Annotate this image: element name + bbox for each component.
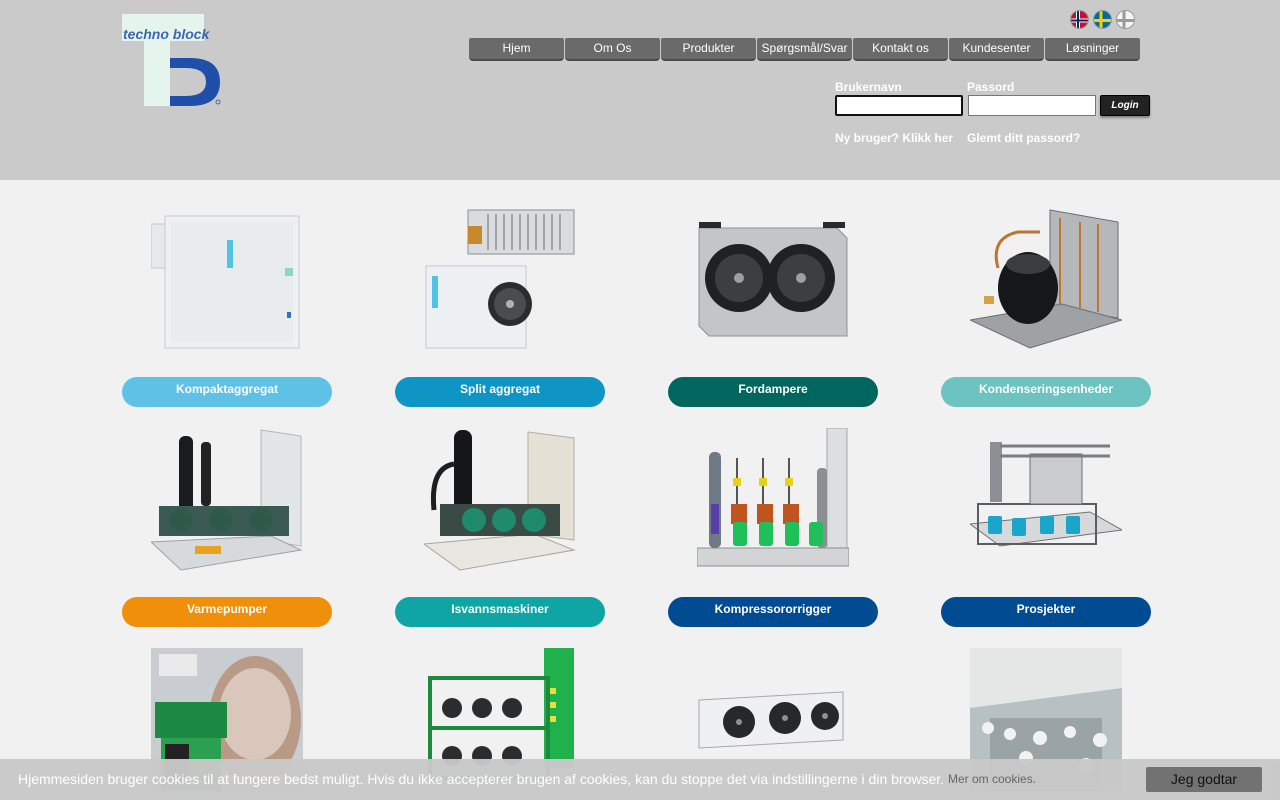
varmepumper-image bbox=[149, 428, 303, 571]
kompressororrigger-image bbox=[696, 427, 850, 571]
product-button-split-aggregat[interactable]: Split aggregat bbox=[395, 377, 605, 407]
nav-item-hjem[interactable]: Hjem bbox=[469, 38, 564, 61]
nav-item-kontakt[interactable]: Kontakt os bbox=[853, 38, 948, 61]
register-link[interactable]: Ny bruger? Klikk her bbox=[835, 131, 953, 145]
page-header: techno block Hjem Om Os Produkter Spørgs… bbox=[0, 0, 1280, 180]
product-button-varmepumper[interactable]: Varmepumper bbox=[122, 597, 332, 627]
danish-flag-icon[interactable] bbox=[1116, 10, 1135, 29]
product-button-kompaktaggregat[interactable]: Kompaktaggregat bbox=[122, 377, 332, 407]
password-label: Passord bbox=[967, 80, 1015, 94]
kondenseringsenheder-image bbox=[968, 208, 1124, 351]
nav-item-kundesenter[interactable]: Kundesenter bbox=[949, 38, 1044, 61]
split-aggregat-image bbox=[424, 208, 576, 351]
main-nav: Hjem Om Os Produkter Spørgsmål/Svar Kont… bbox=[469, 38, 1140, 61]
forgot-password-link[interactable]: Glemt ditt passord? bbox=[967, 131, 1080, 145]
fordampere-image bbox=[697, 208, 849, 351]
username-input[interactable] bbox=[835, 95, 963, 116]
cookie-banner: Hjemmesiden bruger cookies til at funger… bbox=[0, 759, 1280, 800]
logo-icon: techno block bbox=[122, 14, 221, 106]
nav-item-om-os[interactable]: Om Os bbox=[565, 38, 660, 61]
password-input[interactable] bbox=[968, 95, 1096, 116]
username-label: Brukernavn bbox=[835, 80, 902, 94]
cookie-accept-button[interactable]: Jeg godtar bbox=[1146, 767, 1262, 792]
login-button[interactable]: Login bbox=[1100, 95, 1150, 116]
cookie-more-link[interactable]: Mer om cookies. bbox=[948, 772, 1036, 786]
product-button-fordampere[interactable]: Fordampere bbox=[668, 377, 878, 407]
nav-item-produkter[interactable]: Produkter bbox=[661, 38, 756, 61]
product-button-kompressororrigger[interactable]: Kompressororrigger bbox=[668, 597, 878, 627]
technoblock-logo[interactable]: techno block bbox=[122, 14, 222, 106]
nav-item-losninger[interactable]: Løsninger bbox=[1045, 38, 1140, 61]
language-selector bbox=[1070, 10, 1135, 29]
kompaktaggregat-image bbox=[150, 208, 303, 351]
swedish-flag-icon[interactable] bbox=[1093, 10, 1112, 29]
norwegian-flag-icon[interactable] bbox=[1070, 10, 1089, 29]
product-button-prosjekter[interactable]: Prosjekter bbox=[941, 597, 1151, 627]
product-button-isvannsmaskiner[interactable]: Isvannsmaskiner bbox=[395, 597, 605, 627]
isvannsmaskiner-image bbox=[422, 428, 576, 571]
nav-item-faq[interactable]: Spørgsmål/Svar bbox=[757, 38, 852, 61]
svg-text:techno block: techno block bbox=[123, 26, 211, 42]
prosjekter-image bbox=[968, 428, 1124, 571]
product-button-kondenseringsenheder[interactable]: Kondenseringsenheder bbox=[941, 377, 1151, 407]
cookie-message: Hjemmesiden bruger cookies til at funger… bbox=[18, 771, 945, 787]
